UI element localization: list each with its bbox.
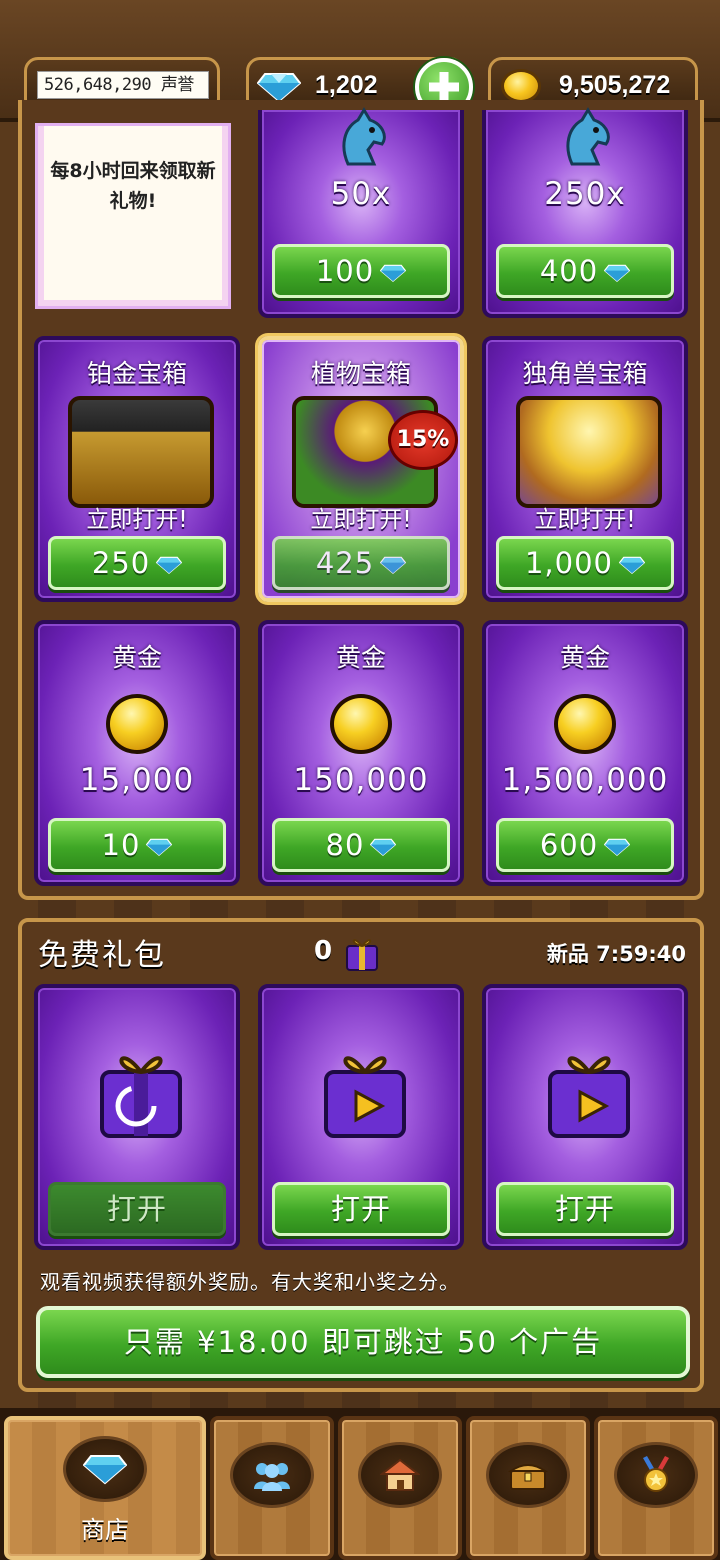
bottom-nav: 商店 bbox=[0, 1408, 720, 1560]
gold-pack-card-3[interactable]: 黄金 1,500,000 600 bbox=[482, 620, 688, 886]
gold-amount: 1,500,000 bbox=[501, 762, 669, 798]
free-gift-card-2[interactable]: 打开 bbox=[258, 984, 464, 1250]
price-label: 425 bbox=[315, 546, 375, 580]
gift-box-icon bbox=[100, 1056, 182, 1138]
horse-pack-card-1[interactable]: 50x 100 bbox=[258, 107, 464, 318]
diamond-icon bbox=[380, 264, 407, 283]
chest-title: 铂金宝箱 bbox=[86, 359, 187, 388]
gift-count: 0 bbox=[314, 936, 333, 966]
diamond-icon bbox=[63, 1436, 147, 1502]
discount-badge: 15% bbox=[388, 410, 458, 470]
price-label: 10 bbox=[101, 828, 141, 862]
horse-pack-card-2[interactable]: 250x 400 bbox=[482, 107, 688, 318]
platinum-chest-card[interactable]: 铂金宝箱 立即打开! 250 bbox=[34, 336, 240, 602]
buy-horse-250-button[interactable]: 400 bbox=[496, 244, 674, 298]
diamond-icon bbox=[604, 264, 631, 283]
diamond-icon bbox=[257, 73, 301, 102]
plant-chest-card[interactable]: 植物宝箱 15% 立即打开! 425 bbox=[258, 336, 464, 602]
gold-pack-card-1[interactable]: 黄金 15,000 10 bbox=[34, 620, 240, 886]
medal-icon bbox=[614, 1442, 698, 1508]
skip-ads-purchase-button[interactable]: 只需 ¥18.00 即可跳过 50 个广告 bbox=[36, 1306, 690, 1378]
horse-icon bbox=[566, 107, 610, 166]
open-gift-button-1[interactable]: 打开 bbox=[48, 1182, 226, 1236]
open-gift-button-2[interactable]: 打开 bbox=[272, 1182, 450, 1236]
open-now-label: 立即打开! bbox=[534, 507, 636, 533]
video-gift-box-icon bbox=[324, 1056, 406, 1138]
buy-platinum-chest-button[interactable]: 250 bbox=[48, 536, 226, 590]
diamond-icon bbox=[156, 556, 183, 575]
free-gifts-panel: 免费礼包 0 新品 7:59:40 打开 打开 打开 观看视频获得额外奖励。有大… bbox=[18, 918, 704, 1392]
diamond-icon bbox=[146, 838, 173, 857]
price-label: 400 bbox=[539, 254, 599, 288]
gift-box-icon bbox=[346, 939, 378, 971]
gold-title: 黄金 bbox=[559, 643, 610, 672]
gold-amount: 150,000 bbox=[293, 762, 429, 798]
tab-buildings[interactable] bbox=[338, 1416, 462, 1560]
video-reward-hint: 观看视频获得额外奖励。有大奖和小奖之分。 bbox=[40, 1270, 460, 1294]
price-label: 80 bbox=[325, 828, 365, 862]
open-gift-button-3[interactable]: 打开 bbox=[496, 1182, 674, 1236]
buy-gold-1500000-button[interactable]: 600 bbox=[496, 818, 674, 872]
gold-coin-icon bbox=[554, 694, 616, 754]
buy-gold-150000-button[interactable]: 80 bbox=[272, 818, 450, 872]
gold-title: 黄金 bbox=[335, 643, 386, 672]
gold-coin-icon bbox=[106, 694, 168, 754]
free-gift-card-1[interactable]: 打开 bbox=[34, 984, 240, 1250]
open-now-label: 立即打开! bbox=[310, 507, 412, 533]
buy-plant-chest-button[interactable]: 425 bbox=[272, 536, 450, 590]
buy-unicorn-chest-button[interactable]: 1,000 bbox=[496, 536, 674, 590]
diamond-icon bbox=[380, 556, 407, 575]
free-gift-card-3[interactable]: 打开 bbox=[482, 984, 688, 1250]
buy-gold-15000-button[interactable]: 10 bbox=[48, 818, 226, 872]
tab-shop[interactable]: 商店 bbox=[4, 1416, 206, 1560]
video-gift-box-icon bbox=[548, 1056, 630, 1138]
platinum-chest-icon bbox=[68, 396, 214, 508]
reputation-value: 526,648,290 声誉 bbox=[37, 71, 209, 99]
price-label: 100 bbox=[315, 254, 375, 288]
price-label: 250 bbox=[91, 546, 151, 580]
horse-amount: 250x bbox=[544, 176, 626, 212]
treasure-chest-icon bbox=[486, 1442, 570, 1508]
diamond-icon bbox=[370, 838, 397, 857]
buy-horse-50-button[interactable]: 100 bbox=[272, 244, 450, 298]
tab-treasure[interactable] bbox=[466, 1416, 590, 1560]
chest-title: 植物宝箱 bbox=[310, 359, 411, 388]
gold-amount: 15,000 bbox=[79, 762, 195, 798]
house-icon bbox=[358, 1442, 442, 1508]
gold-pack-card-2[interactable]: 黄金 150,000 80 bbox=[258, 620, 464, 886]
people-icon bbox=[230, 1442, 314, 1508]
chest-title: 独角兽宝箱 bbox=[522, 359, 648, 388]
diamond-icon bbox=[619, 556, 646, 575]
horse-icon bbox=[342, 107, 386, 166]
free-gift-note-card: 每8小时回来领取新礼物! bbox=[38, 126, 228, 306]
tab-achievements[interactable] bbox=[594, 1416, 718, 1560]
unicorn-chest-card[interactable]: 独角兽宝箱 立即打开! 1,000 bbox=[482, 336, 688, 602]
open-now-label: 立即打开! bbox=[86, 507, 188, 533]
free-gifts-title: 免费礼包 bbox=[38, 938, 166, 973]
gold-coin-icon bbox=[330, 694, 392, 754]
price-label: 600 bbox=[539, 828, 599, 862]
unicorn-chest-icon bbox=[516, 396, 662, 508]
diamond-icon bbox=[604, 838, 631, 857]
new-gift-timer: 新品 7:59:40 bbox=[546, 942, 686, 966]
tab-shop-label: 商店 bbox=[81, 1516, 129, 1544]
tab-social[interactable] bbox=[210, 1416, 334, 1560]
gold-title: 黄金 bbox=[111, 643, 162, 672]
horse-amount: 50x bbox=[330, 176, 392, 212]
gold-coin-icon bbox=[501, 69, 541, 103]
price-label: 1,000 bbox=[524, 546, 614, 580]
